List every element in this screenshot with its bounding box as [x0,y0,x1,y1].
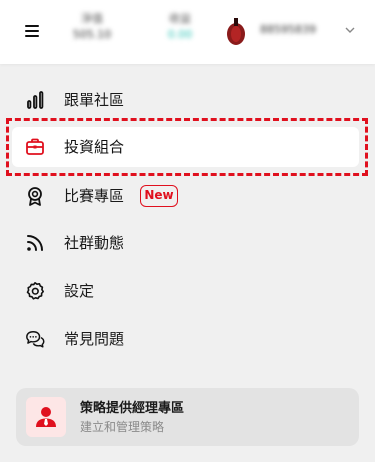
equity-label: 淨值 [81,12,103,25]
menu-item-copy-community[interactable]: 跟單社區 [12,80,359,120]
avatar[interactable] [223,16,249,46]
profit-stat: 收益 0.00 [160,12,200,44]
chevron-down-icon[interactable] [345,26,355,34]
menu-item-label: 社群動態 [64,234,125,252]
menu-item-competition[interactable]: 比賽專區 [12,176,359,216]
equity-value: 505.10 [72,28,112,41]
menu-item-faq[interactable]: 常見問題 [12,319,359,359]
chat-bubbles-icon [26,331,45,348]
profit-label: 收益 [169,12,191,25]
profit-value: 0.00 [167,28,193,41]
equity-stat: 淨值 505.10 [72,12,112,44]
card-title: 策略提供經理專區 [80,401,185,416]
menu-item-settings[interactable]: 設定 [12,271,359,311]
selection-highlight [6,118,368,176]
rss-icon [27,235,43,251]
strategy-manager-card[interactable]: 策略提供經理專區 建立和管理策略 [16,388,359,446]
top-header: 淨值 505.10 收益 0.00 88595839 [0,0,375,64]
manager-icon [26,397,66,437]
menu-item-label: 常見問題 [64,330,125,348]
gear-icon [26,282,44,300]
award-icon [28,187,42,206]
card-subtitle: 建立和管理策略 [80,420,165,434]
new-badge: New [140,185,178,207]
menu-item-label: 設定 [64,282,95,300]
menu-item-label: 跟單社區 [64,91,125,109]
account-id[interactable]: 88595839 [260,23,316,36]
bar-chart-icon [27,91,44,109]
menu-item-social-feed[interactable]: 社群動態 [12,223,359,263]
hamburger-icon[interactable] [25,25,39,37]
menu-item-label: 比賽專區 [64,187,125,205]
